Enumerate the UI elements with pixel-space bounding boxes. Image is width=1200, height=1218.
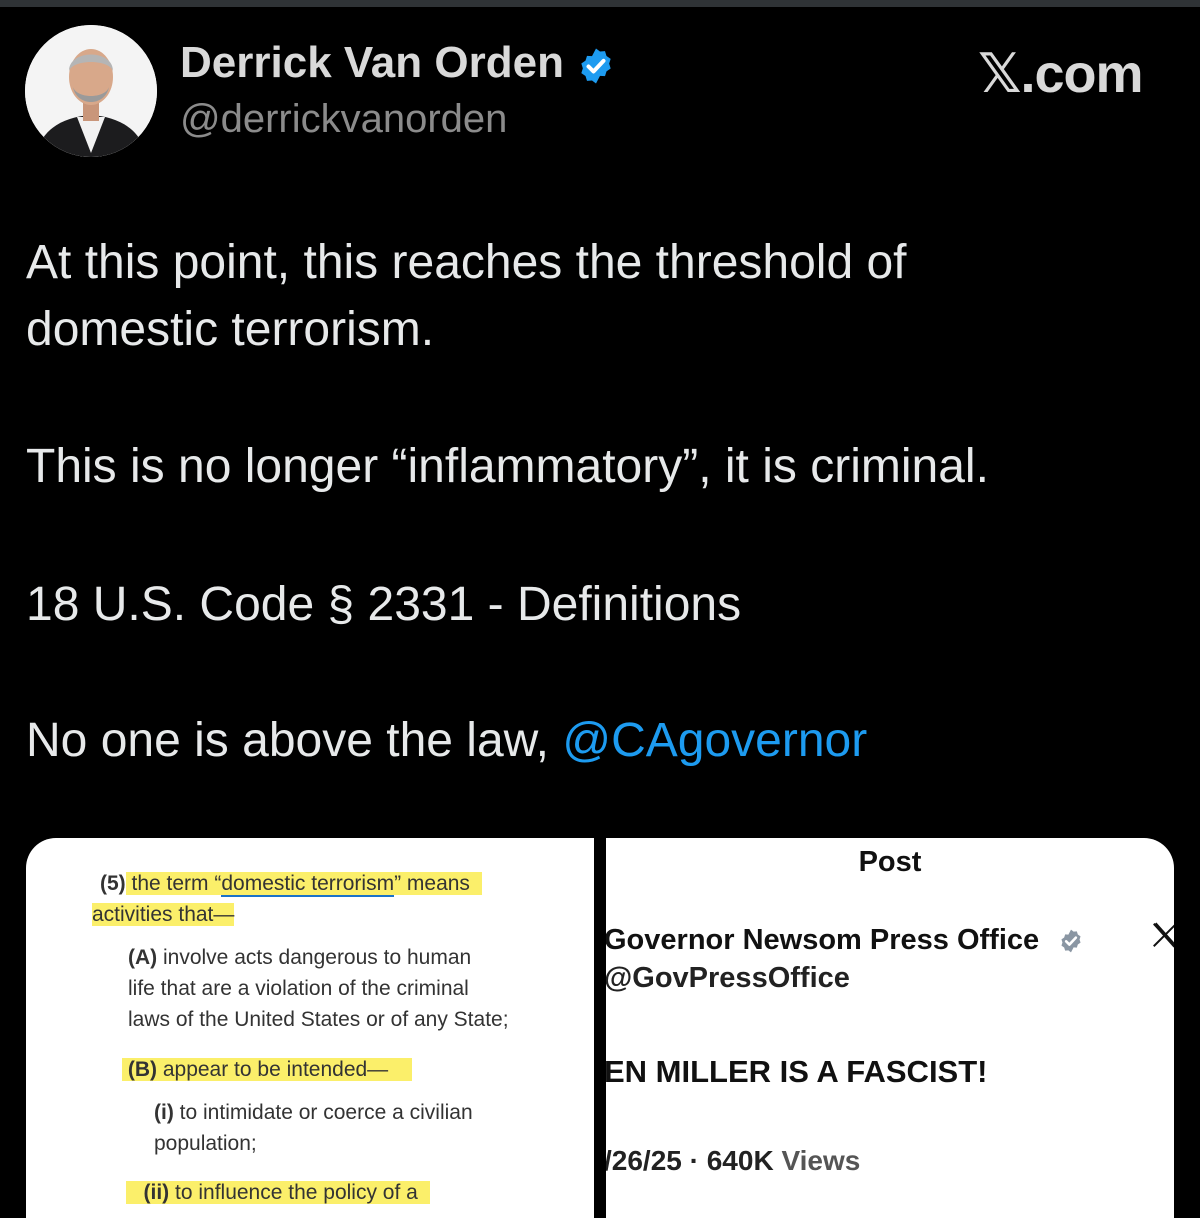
- embedded-post-handle: @GovPressOffice: [606, 962, 850, 994]
- attached-image-embedded-post[interactable]: Post Governor Newsom Press Office @GovPr…: [606, 838, 1174, 1218]
- embedded-post-date: /26/25 ·: [606, 1145, 707, 1176]
- law-num: (5): [100, 872, 126, 895]
- verified-badge-icon: [581, 48, 611, 84]
- tweet-text-line: This is no longer “inflammatory”, it is …: [26, 440, 989, 493]
- law-text: life that are a violation of the crimina…: [128, 977, 469, 1000]
- x-logo-icon: [1153, 922, 1174, 948]
- tweet-text-line: At this point, this reaches the threshol…: [26, 236, 907, 289]
- law-clause-b: (B) appear to be intended—: [122, 1054, 412, 1085]
- law-text: laws of the United States or of any Stat…: [128, 1008, 509, 1031]
- tweet-text-line: domestic terrorism.: [26, 303, 435, 356]
- tweet-text-line: 18 U.S. Code § 2331 - Definitions: [26, 578, 742, 631]
- embedded-post-header: Post: [858, 846, 922, 878]
- mention-link[interactable]: @CAgovernor: [562, 714, 867, 767]
- embedded-post-body: EN MILLER IS A FASCIST!: [606, 1054, 988, 1089]
- tweet-text: No one is above the law,: [26, 714, 563, 767]
- view-count: 640K: [706, 1145, 774, 1176]
- law-text: population;: [154, 1132, 257, 1155]
- law-clause-a: (A) involve acts dangerous to human: [128, 946, 472, 969]
- law-text: the term “domestic terrorism” means: [125, 872, 482, 897]
- image-divider: [594, 838, 606, 1197]
- profile-photo: [25, 25, 157, 157]
- verified-badge-icon: [1061, 929, 1081, 953]
- embedded-post-meta: /26/25 · 640K Views: [606, 1145, 860, 1177]
- law-clause-ii: (ii) to influence the policy of a: [126, 1177, 430, 1208]
- author-handle[interactable]: @derrickvanorden: [180, 97, 507, 142]
- author-avatar[interactable]: [25, 25, 157, 157]
- law-text: activities that—: [92, 903, 235, 926]
- author-name[interactable]: Derrick Van Orden: [180, 38, 564, 88]
- attached-image-law-excerpt[interactable]: (5) the term “domestic terrorism” means …: [26, 838, 594, 1218]
- tweet-text-line: No one is above the law, @CAgovernor: [26, 708, 867, 774]
- x-com-watermark: 𝕏.com: [978, 44, 1144, 104]
- views-label: Views: [773, 1145, 861, 1176]
- law-paragraph-5: (5) the term “domestic terrorism” means: [100, 868, 482, 899]
- embedded-post-author: Governor Newsom Press Office: [606, 924, 1040, 956]
- law-clause-i: (i) to intimidate or coerce a civilian: [154, 1101, 473, 1124]
- top-divider: [0, 0, 1200, 7]
